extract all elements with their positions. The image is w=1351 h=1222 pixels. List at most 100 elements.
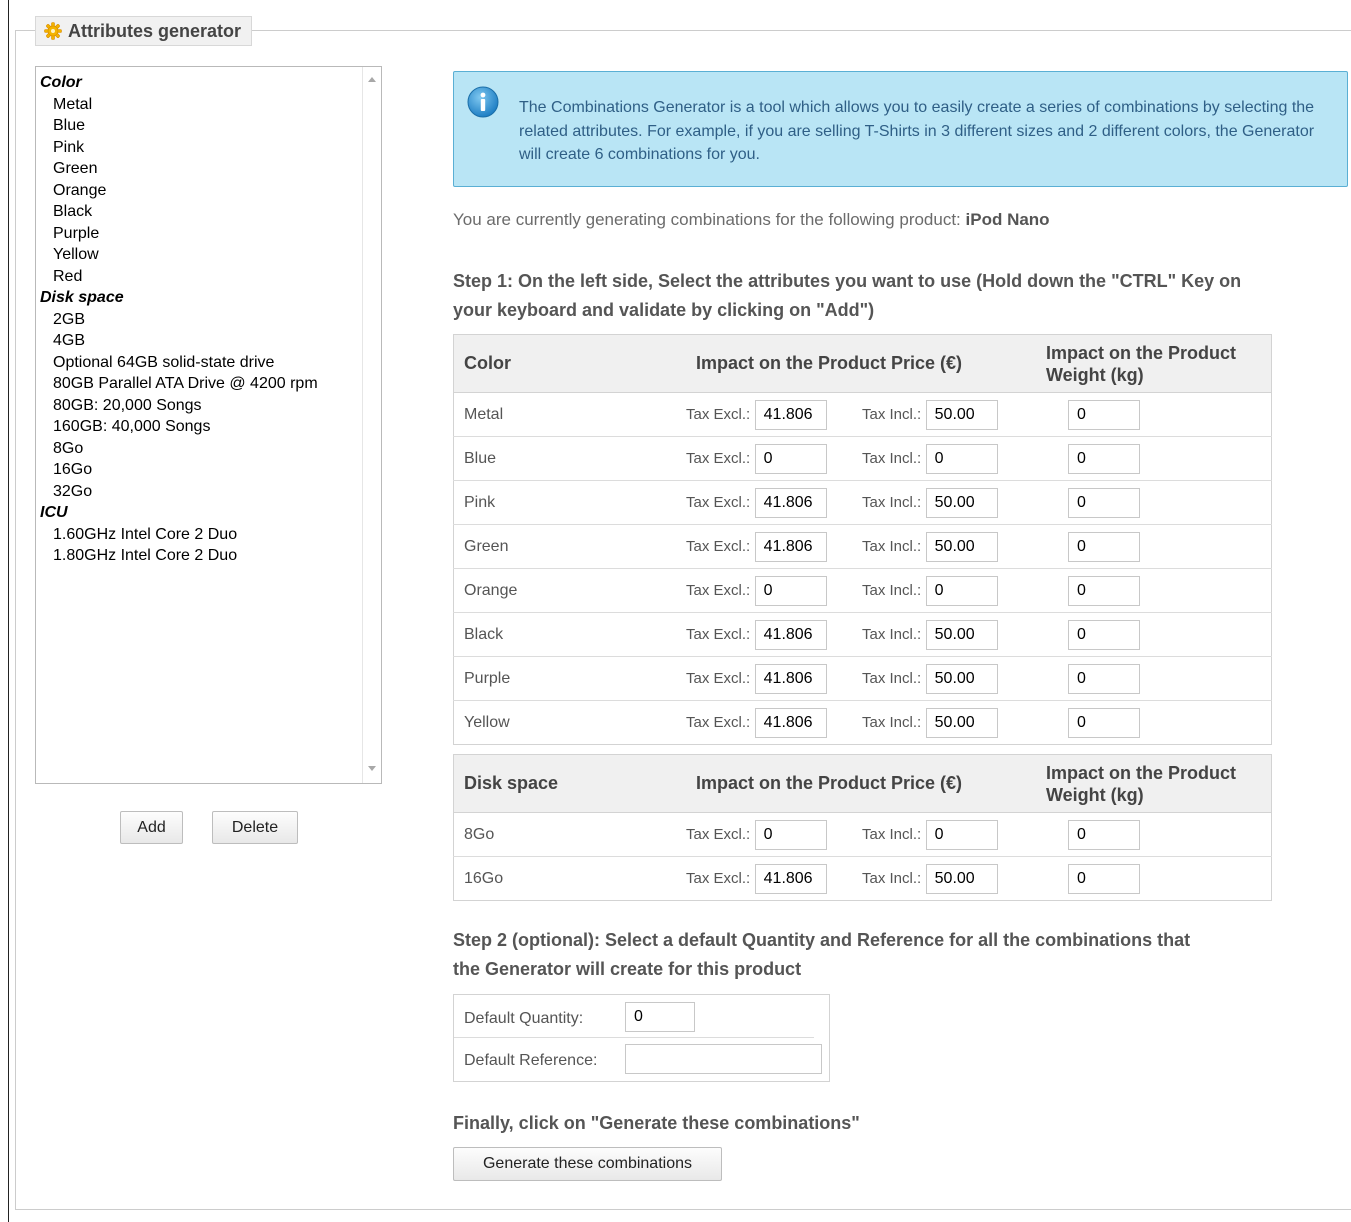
tax-incl-label: Tax Incl.: <box>862 537 922 555</box>
weight-input[interactable]: 0 <box>1068 575 1140 606</box>
tax-incl-input[interactable]: 50.00 <box>925 707 998 738</box>
tax-incl-label: Tax Incl.: <box>862 713 922 731</box>
gear-icon <box>44 22 62 40</box>
attributes-listbox[interactable]: Color Metal Blue Pink Green Orange Black Purple… <box>35 66 382 784</box>
weight-input[interactable]: 0 <box>1068 531 1140 562</box>
table-row: Orange Tax Excl.: 0 Tax Incl.: 00 <box>453 568 1272 613</box>
table-row: Green Tax Excl.: 41.806 Tax Incl.: 50.00 0 <box>453 524 1272 569</box>
tax-excl-input[interactable]: 41.806 <box>754 663 827 694</box>
tax-excl-input[interactable]: 41.806 <box>754 707 827 738</box>
tax-incl-input[interactable]: 50.00 <box>925 531 998 562</box>
listbox-scrollbar[interactable] <box>362 67 381 783</box>
attribute-option[interactable]: Yellow <box>40 244 359 266</box>
weight-input[interactable]: 0 <box>1068 619 1140 650</box>
weight-input[interactable]: 0 <box>1068 819 1140 850</box>
attribute-name: Metal <box>453 392 686 437</box>
attribute-option[interactable]: Purple <box>40 223 359 245</box>
default-quantity-input[interactable]: 0 <box>625 1002 695 1032</box>
attribute-option[interactable]: 8Go <box>40 438 359 460</box>
tax-excl-cell: Tax Excl.: 41.806 <box>686 392 862 437</box>
tax-excl-input[interactable]: 41.806 <box>754 399 827 430</box>
default-reference-input[interactable] <box>625 1044 822 1074</box>
tax-excl-input[interactable]: 41.806 <box>754 531 827 562</box>
tax-excl-input[interactable]: 0 <box>754 819 827 850</box>
tax-excl-cell: Tax Excl.: 0 <box>686 568 862 613</box>
tax-incl-input[interactable]: 0 <box>925 443 998 474</box>
attribute-option[interactable]: Green <box>40 158 359 180</box>
tax-excl-input[interactable]: 41.806 <box>754 619 827 650</box>
tax-incl-label: Tax Incl.: <box>862 625 922 643</box>
attribute-option[interactable]: Red <box>40 266 359 288</box>
tax-excl-input[interactable]: 41.806 <box>754 863 827 894</box>
table-row: Pink Tax Excl.: 41.806 Tax Incl.: 50.00 0 <box>453 480 1272 525</box>
add-button[interactable]: Add <box>120 811 183 844</box>
attribute-option[interactable]: 32Go <box>40 481 359 503</box>
tax-incl-label: Tax Incl.: <box>862 449 922 467</box>
weight-input[interactable]: 0 <box>1068 399 1140 430</box>
table-row: Black Tax Excl.: 41.806 Tax Incl.: 50.00 0 <box>453 612 1272 657</box>
scroll-down-arrow-icon[interactable] <box>368 766 376 771</box>
info-message: The Combinations Generator is a tool whi… <box>519 99 1315 163</box>
weight-cell: 0 <box>1036 524 1272 569</box>
attribute-option[interactable]: Black <box>40 201 359 223</box>
table-row: 16Go Tax Excl.: 41.806 Tax Incl.: 50.00 0 <box>454 857 1272 901</box>
tax-incl-input[interactable]: 0 <box>925 575 998 606</box>
attribute-option[interactable]: Blue <box>40 115 359 137</box>
default-reference-label: Default Reference: <box>464 1052 598 1069</box>
attribute-option[interactable]: Metal <box>40 94 359 116</box>
tax-excl-input[interactable]: 0 <box>754 443 827 474</box>
weight-input[interactable]: 0 <box>1068 443 1140 474</box>
tax-incl-input[interactable]: 50.00 <box>925 863 998 894</box>
attribute-option[interactable]: Pink <box>40 137 359 159</box>
tax-excl-input[interactable]: 41.806 <box>754 487 827 518</box>
weight-cell: 0 <box>1036 612 1272 657</box>
tax-incl-input[interactable]: 50.00 <box>925 399 998 430</box>
step1-heading: Step 1: On the left side, Select the att… <box>453 271 1242 320</box>
attribute-option[interactable]: 1.60GHz Intel Core 2 Duo <box>40 524 359 546</box>
tax-excl-label: Tax Excl.: <box>686 713 751 731</box>
weight-input[interactable]: 0 <box>1068 663 1140 694</box>
tax-incl-input[interactable]: 0 <box>925 819 998 850</box>
attribute-option[interactable]: 80GB Parallel ATA Drive @ 4200 rpm <box>40 373 359 395</box>
tax-incl-label: Tax Incl.: <box>862 405 922 423</box>
attribute-option[interactable]: 4GB <box>40 330 359 352</box>
tax-excl-cell: Tax Excl.: 41.806 <box>686 656 862 701</box>
tax-excl-cell: Tax Excl.: 41.806 <box>686 612 862 657</box>
attribute-option[interactable]: 2GB <box>40 309 359 331</box>
table-row: Metal Tax Excl.: 41.806 Tax Incl.: 50.00 0 <box>453 392 1272 437</box>
product-name: iPod Nano <box>965 210 1050 229</box>
weight-input[interactable]: 0 <box>1068 863 1140 894</box>
step2-heading: Step 2 (optional): Select a default Quan… <box>453 930 1191 979</box>
attribute-option[interactable]: Orange <box>40 180 359 202</box>
delete-button[interactable]: Delete <box>212 811 298 844</box>
optgroup-label: Color <box>40 74 82 91</box>
tax-excl-cell: Tax Excl.: 41.806 <box>686 701 862 745</box>
panel-title: Attributes generator <box>68 20 242 41</box>
attributes-list: Color Metal Blue Pink Green Orange Black Purple… <box>40 72 359 567</box>
disk-space-impact-table: Disk space Impact on the Product Price (€… <box>453 754 1272 901</box>
tax-incl-input[interactable]: 50.00 <box>925 619 998 650</box>
scroll-up-arrow-icon[interactable] <box>368 77 376 82</box>
tax-incl-input[interactable]: 50.00 <box>925 663 998 694</box>
tax-incl-cell: Tax Incl.: 0 <box>862 568 1036 613</box>
generate-combinations-button[interactable]: Generate these combinations <box>453 1147 722 1181</box>
attribute-option[interactable]: 16Go <box>40 459 359 481</box>
tax-incl-label: Tax Incl.: <box>862 825 922 843</box>
tax-excl-cell: Tax Excl.: 0 <box>686 436 862 481</box>
tax-incl-input[interactable]: 50.00 <box>925 487 998 518</box>
price-impact-header: Impact on the Product Price (€) <box>686 334 1036 393</box>
tax-excl-input[interactable]: 0 <box>754 575 827 606</box>
tax-excl-label: Tax Excl.: <box>686 825 751 843</box>
tax-incl-cell: Tax Incl.: 50.00 <box>862 392 1036 437</box>
weight-cell: 0 <box>1036 480 1272 525</box>
weight-cell: 0 <box>1036 656 1272 701</box>
weight-input[interactable]: 0 <box>1068 487 1140 518</box>
weight-input[interactable]: 0 <box>1068 707 1140 738</box>
attribute-option[interactable]: Optional 64GB solid-state drive <box>40 352 359 374</box>
attribute-option[interactable]: 80GB: 20,000 Songs <box>40 395 359 417</box>
tax-incl-label: Tax Incl.: <box>862 669 922 687</box>
color-impact-table: Color Impact on the Product Price (€) Impa… <box>453 334 1272 745</box>
optgroup-label: ICU <box>40 504 68 521</box>
attribute-option[interactable]: 1.80GHz Intel Core 2 Duo <box>40 545 359 567</box>
attribute-option[interactable]: 160GB: 40,000 Songs <box>40 416 359 438</box>
